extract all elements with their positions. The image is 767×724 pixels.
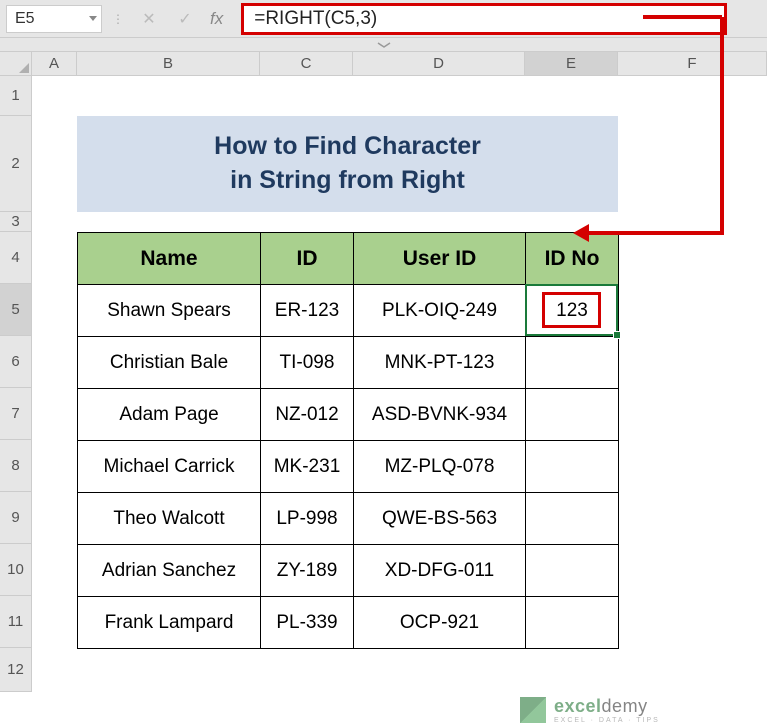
col-header-e[interactable]: E <box>525 52 618 75</box>
cell-userid[interactable]: ASD-BVNK-934 <box>354 389 526 441</box>
title-line2: in String from Right <box>230 164 465 198</box>
cell-id[interactable]: LP-998 <box>261 493 354 545</box>
title-merged-cell[interactable]: How to Find Character in String from Rig… <box>77 116 618 212</box>
row-headers: 1 2 3 4 5 6 7 8 9 10 11 12 <box>0 76 32 692</box>
spreadsheet-grid: 1 2 3 4 5 6 7 8 9 10 11 12 How to Find C… <box>0 76 767 692</box>
cell-userid[interactable]: PLK-OIQ-249 <box>354 285 526 337</box>
cell-id[interactable]: TI-098 <box>261 337 354 389</box>
chevron-down-icon <box>376 41 392 49</box>
row-header-8[interactable]: 8 <box>0 440 32 492</box>
cell-id[interactable]: NZ-012 <box>261 389 354 441</box>
cell-name[interactable]: Theo Walcott <box>78 493 261 545</box>
cell-id[interactable]: PL-339 <box>261 597 354 649</box>
table-header-row: Name ID User ID ID No <box>78 233 619 285</box>
cell-idno[interactable] <box>526 545 619 597</box>
sheet-cells[interactable]: How to Find Character in String from Rig… <box>32 76 767 692</box>
formula-bar-buttons: ✕ ✓ fx <box>138 8 231 30</box>
table-row: Adam Page NZ-012 ASD-BVNK-934 <box>78 389 619 441</box>
data-table: Name ID User ID ID No Shawn Spears ER-12… <box>77 232 619 649</box>
divider-icon: ⋮ <box>108 5 128 33</box>
col-header-d[interactable]: D <box>353 52 525 75</box>
row-header-10[interactable]: 10 <box>0 544 32 596</box>
cell-id[interactable]: MK-231 <box>261 441 354 493</box>
confirm-icon[interactable]: ✓ <box>174 8 196 30</box>
formula-bar: E5 ⋮ ✕ ✓ fx =RIGHT(C5,3) <box>0 0 767 38</box>
cell-userid[interactable]: OCP-921 <box>354 597 526 649</box>
cell-id[interactable]: ZY-189 <box>261 545 354 597</box>
row-header-4[interactable]: 4 <box>0 232 32 284</box>
name-box-value: E5 <box>15 10 35 28</box>
cell-idno[interactable] <box>526 441 619 493</box>
row-header-11[interactable]: 11 <box>0 596 32 648</box>
header-idno[interactable]: ID No <box>526 233 619 285</box>
cancel-icon[interactable]: ✕ <box>138 8 160 30</box>
cell-userid[interactable]: MNK-PT-123 <box>354 337 526 389</box>
title-line1: How to Find Character <box>214 130 481 164</box>
cell-id[interactable]: ER-123 <box>261 285 354 337</box>
row-header-7[interactable]: 7 <box>0 388 32 440</box>
annotation-arrow <box>586 231 724 235</box>
name-box[interactable]: E5 <box>6 5 102 33</box>
row-header-9[interactable]: 9 <box>0 492 32 544</box>
annotation-arrow-head <box>573 224 589 242</box>
cell-idno[interactable] <box>526 597 619 649</box>
watermark-tagline: EXCEL · DATA · TIPS <box>554 717 660 724</box>
header-name[interactable]: Name <box>78 233 261 285</box>
cell-name[interactable]: Michael Carrick <box>78 441 261 493</box>
cell-name[interactable]: Shawn Spears <box>78 285 261 337</box>
row-header-2[interactable]: 2 <box>0 116 32 212</box>
table-row: Frank Lampard PL-339 OCP-921 <box>78 597 619 649</box>
fx-icon[interactable]: fx <box>210 9 223 29</box>
cell-idno[interactable] <box>526 389 619 441</box>
col-header-c[interactable]: C <box>260 52 353 75</box>
row-header-3[interactable]: 3 <box>0 212 32 232</box>
table-row: Shawn Spears ER-123 PLK-OIQ-249 123 <box>78 285 619 337</box>
table-row: Adrian Sanchez ZY-189 XD-DFG-011 <box>78 545 619 597</box>
col-header-a[interactable]: A <box>32 52 77 75</box>
formula-bar-expand[interactable] <box>0 38 767 52</box>
cell-idno[interactable] <box>526 337 619 389</box>
formula-text: =RIGHT(C5,3) <box>254 8 377 30</box>
cell-name[interactable]: Frank Lampard <box>78 597 261 649</box>
cell-idno[interactable] <box>526 493 619 545</box>
header-userid[interactable]: User ID <box>354 233 526 285</box>
exceldemy-logo-icon <box>520 697 546 723</box>
column-headers: A B C D E F <box>0 52 767 76</box>
watermark: exceldemy EXCEL · DATA · TIPS <box>520 696 660 724</box>
row-header-1[interactable]: 1 <box>0 76 32 116</box>
row-header-6[interactable]: 6 <box>0 336 32 388</box>
row-header-12[interactable]: 12 <box>0 648 32 692</box>
cell-name[interactable]: Christian Bale <box>78 337 261 389</box>
chevron-down-icon[interactable] <box>89 16 97 21</box>
col-header-b[interactable]: B <box>77 52 260 75</box>
table-row: Michael Carrick MK-231 MZ-PLQ-078 <box>78 441 619 493</box>
cell-name[interactable]: Adrian Sanchez <box>78 545 261 597</box>
cell-name[interactable]: Adam Page <box>78 389 261 441</box>
cell-userid[interactable]: MZ-PLQ-078 <box>354 441 526 493</box>
col-header-f[interactable]: F <box>618 52 767 75</box>
table-row: Theo Walcott LP-998 QWE-BS-563 <box>78 493 619 545</box>
table-row: Christian Bale TI-098 MNK-PT-123 <box>78 337 619 389</box>
annotation-arrow <box>720 17 724 233</box>
row-header-5[interactable]: 5 <box>0 284 32 336</box>
watermark-text: exceldemy EXCEL · DATA · TIPS <box>554 696 660 724</box>
cell-userid[interactable]: QWE-BS-563 <box>354 493 526 545</box>
cell-idno[interactable]: 123 <box>526 285 619 337</box>
header-id[interactable]: ID <box>261 233 354 285</box>
annotation-arrow <box>643 15 722 19</box>
cell-userid[interactable]: XD-DFG-011 <box>354 545 526 597</box>
watermark-brand: exceldemy <box>554 696 660 717</box>
select-all-cell[interactable] <box>0 52 32 75</box>
